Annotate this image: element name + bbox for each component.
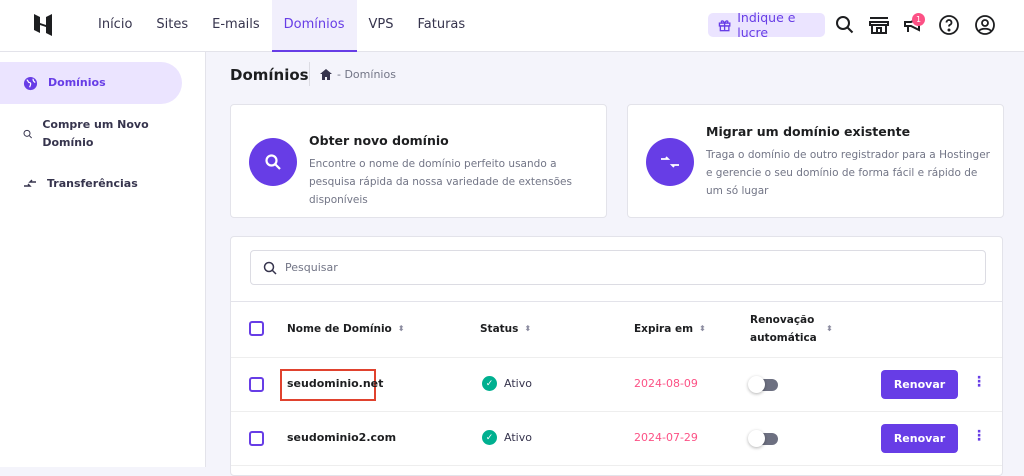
account-icon[interactable] <box>974 14 996 36</box>
nav-sites[interactable]: Sites <box>144 0 200 52</box>
sidebar-item-transferencias[interactable]: Transferências <box>0 175 182 193</box>
sort-icon: ⬍ <box>397 324 405 333</box>
card-description: Traga o domínio de outro registrador par… <box>706 149 990 197</box>
nav-inicio[interactable]: Início <box>86 0 144 52</box>
expiry-date: 2024-07-29 <box>634 431 698 444</box>
refer-label: Indique e lucre <box>737 10 796 40</box>
nav-dominios[interactable]: Domínios <box>271 0 357 52</box>
card-title: Migrar um domínio existente <box>706 124 911 139</box>
status-label: Ativo <box>504 431 532 444</box>
arrows-in-icon <box>661 156 679 168</box>
sidebar-label: Transferências <box>47 177 138 190</box>
domain-name[interactable]: seudominio2.com <box>287 431 396 444</box>
sort-icon: ⬍ <box>826 324 833 333</box>
renew-button[interactable]: Renovar <box>881 424 958 453</box>
sort-icon: ⬍ <box>699 324 706 333</box>
title-divider <box>309 62 310 86</box>
card-title: Obter novo domínio <box>309 133 449 148</box>
domain-name[interactable]: seudominio.net <box>287 377 383 390</box>
sidebar: Domínios Compre um Novo Domínio Transfer… <box>0 52 206 467</box>
expiry-date: 2024-08-09 <box>634 377 698 390</box>
check-circle-icon: ✓ <box>482 430 497 445</box>
more-options-icon[interactable]: ⋮ <box>972 428 986 444</box>
sidebar-label: Compre um Novo Domínio <box>42 118 149 149</box>
domains-table-card: Nome de Domínio ⬍ Status ⬍ Expira em ⬍ Reno… <box>230 236 1003 476</box>
sidebar-label: Domínios <box>48 76 106 89</box>
sidebar-item-compre[interactable]: Compre um Novo Domínio <box>0 116 150 152</box>
nav-vps[interactable]: VPS <box>357 0 406 52</box>
check-circle-icon: ✓ <box>482 376 497 391</box>
auto-renew-toggle[interactable] <box>748 430 778 447</box>
more-options-icon[interactable]: ⋮ <box>972 374 986 390</box>
store-icon[interactable] <box>868 14 890 36</box>
home-icon[interactable] <box>320 69 332 80</box>
column-label: Renovação automática <box>750 314 817 344</box>
hostinger-logo[interactable] <box>32 14 54 36</box>
status: ✓ Ativo <box>482 376 532 391</box>
column-label: Expira em <box>634 323 694 335</box>
migrate-domain-card[interactable]: Migrar um domínio existente Traga o domí… <box>627 104 1004 218</box>
notification-badge: 1 <box>912 13 925 26</box>
nav-faturas[interactable]: Faturas <box>405 0 477 52</box>
status-label: Ativo <box>504 377 532 390</box>
sort-icon: ⬍ <box>524 324 532 333</box>
top-header: Início Sites E-mails Domínios VPS Fatura… <box>0 0 1024 52</box>
refer-button[interactable]: Indique e lucre <box>708 10 825 40</box>
card-description: Encontre o nome de domínio perfeito usan… <box>309 158 572 206</box>
search-field[interactable] <box>250 250 986 285</box>
search-input[interactable] <box>285 261 885 274</box>
table-row: seudominio.net ✓ Ativo 2024-08-09 Renovar… <box>231 358 1002 412</box>
column-domain[interactable]: Nome de Domínio ⬍ <box>287 320 404 338</box>
row-checkbox[interactable] <box>249 377 264 392</box>
search-icon <box>23 129 33 139</box>
column-auto-renew[interactable]: Renovação automática ⬍ <box>750 311 833 347</box>
row-checkbox[interactable] <box>249 431 264 446</box>
search-icon <box>265 154 281 170</box>
column-expires[interactable]: Expira em ⬍ <box>634 320 706 338</box>
help-icon[interactable] <box>938 14 960 36</box>
sidebar-item-dominios[interactable]: Domínios <box>0 62 182 104</box>
column-label: Status <box>480 323 519 335</box>
get-new-domain-card[interactable]: Obter novo domínio Encontre o nome de do… <box>230 104 607 218</box>
column-status[interactable]: Status ⬍ <box>480 320 531 338</box>
gift-icon <box>718 20 731 32</box>
search-icon[interactable] <box>834 14 856 36</box>
table-row: seudominio2.com ✓ Ativo 2024-07-29 Renova… <box>231 412 1002 466</box>
page-title: Domínios <box>230 66 309 84</box>
breadcrumb: - Domínios <box>320 68 396 81</box>
status: ✓ Ativo <box>482 430 532 445</box>
transfer-icon <box>24 179 36 187</box>
search-icon-circle <box>249 138 297 186</box>
column-label: Nome de Domínio <box>287 323 392 335</box>
search-icon <box>263 261 277 275</box>
auto-renew-toggle[interactable] <box>748 376 778 393</box>
main-nav: Início Sites E-mails Domínios VPS Fatura… <box>86 0 477 52</box>
globe-icon <box>23 76 38 90</box>
breadcrumb-current: - Domínios <box>337 68 396 81</box>
select-all-checkbox[interactable] <box>249 321 264 336</box>
table-header: Nome de Domínio ⬍ Status ⬍ Expira em ⬍ Reno… <box>231 301 1002 358</box>
renew-button[interactable]: Renovar <box>881 370 958 399</box>
nav-emails[interactable]: E-mails <box>200 0 272 52</box>
transfer-icon-circle <box>646 138 694 186</box>
